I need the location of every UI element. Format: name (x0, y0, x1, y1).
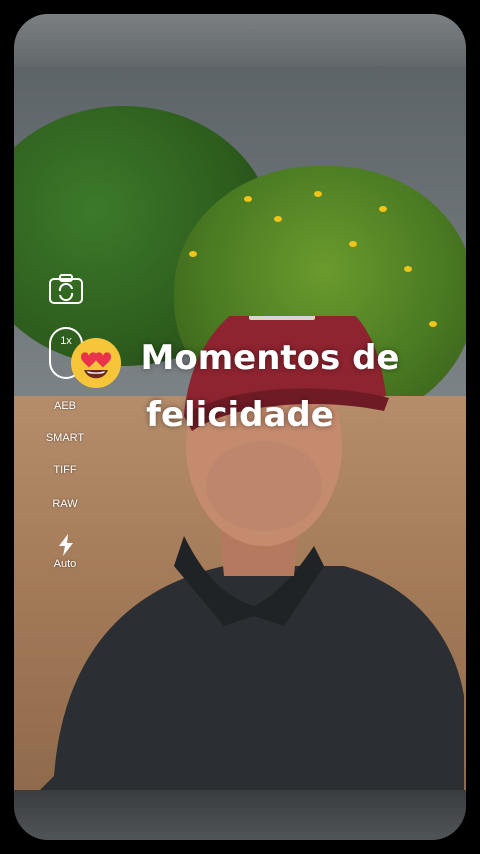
flower (274, 216, 282, 222)
blurred-bottom-band (14, 790, 466, 840)
lightning-bolt-icon[interactable] (56, 534, 76, 556)
flower (244, 196, 252, 202)
camera-rotate-icon[interactable] (48, 273, 84, 305)
flower (379, 206, 387, 212)
flower (349, 241, 357, 247)
flower (404, 266, 412, 272)
caption-line-1: Momentos de (140, 338, 400, 378)
mode-tiff[interactable]: TIFF (40, 464, 90, 476)
blurred-top-band (14, 14, 466, 66)
flower (189, 251, 197, 257)
mode-raw[interactable]: RAW (40, 498, 90, 510)
flash-mode-label[interactable]: Auto (40, 558, 90, 570)
flower (314, 191, 322, 197)
caption-line-2: felicidade (146, 395, 334, 435)
